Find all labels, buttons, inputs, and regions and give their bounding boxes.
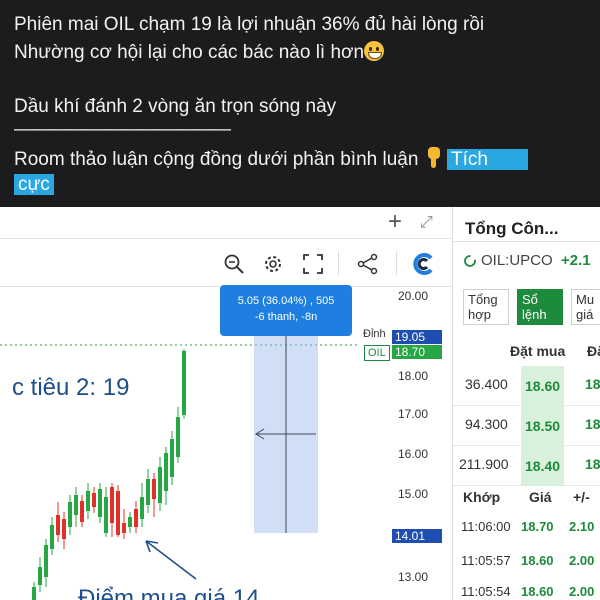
tab-muc-gia[interactable]: Mu giá: [571, 289, 600, 325]
tab-so-lenh[interactable]: Sổ lệnh: [517, 289, 563, 325]
price-tick: 18.00: [398, 369, 429, 383]
zoom-icon[interactable]: [223, 253, 245, 275]
candle-body: [86, 491, 90, 511]
trade-row: 11:06:00 18.70 2.10: [461, 519, 595, 534]
candle-body: [50, 525, 54, 549]
symbol-code[interactable]: OIL:UPCO: [481, 252, 553, 269]
price-axis: 20.00 18.00 17.00 16.00 15.00 13.00 Đỉnh…: [360, 287, 452, 600]
candle-body: [44, 545, 48, 577]
buy-annotation: Điểm mua giá 14: [78, 585, 260, 600]
candle-body: [128, 517, 132, 527]
candle-body: [164, 453, 168, 491]
order-book-row[interactable]: 36.400 18.60 18: [453, 366, 600, 406]
market-panel: Tổng Côn... OIL:UPCO +2.1 Tổng hợp Sổ lệ…: [452, 207, 600, 600]
refresh-icon[interactable]: [463, 254, 477, 268]
candle-body: [116, 491, 120, 535]
expand-icon[interactable]: ⤢: [420, 213, 433, 233]
book-header-bid: Đặt mua: [510, 343, 566, 359]
post-line-1: Phiên mai OIL chạm 19 là lợi nhuận 36% đ…: [14, 14, 485, 35]
candle-body: [62, 519, 66, 539]
tooltip-line-1: 5.05 (36.04%) , 505: [237, 295, 335, 307]
symbol-price-tag: OIL: [364, 345, 390, 361]
candle-body: [182, 351, 186, 415]
price-chart[interactable]: + ⤢ 5.05 (36.04%) , 505 -6 thanh, -8n c …: [0, 207, 452, 600]
hashtag-link-continued[interactable]: cực: [14, 174, 54, 195]
candle-body: [38, 567, 42, 585]
toolbar-divider: [338, 251, 339, 275]
chart-toolbar: [0, 239, 452, 287]
post-divider: ————————————: [14, 119, 231, 140]
peak-label: Đỉnh: [363, 328, 386, 340]
hand-pointing-down-icon: [424, 147, 442, 169]
toolbar-divider: [396, 251, 397, 275]
price-tick: 15.00: [398, 487, 429, 501]
target-annotation: c tiêu 2: 19: [12, 374, 130, 401]
post-line-3: Dầu khí đánh 2 vòng ăn trọn sóng này: [14, 96, 337, 117]
candle-body: [104, 497, 108, 533]
tab-tong-hop[interactable]: Tổng hợp: [463, 289, 509, 325]
post-line-4: Room thảo luận cộng đồng dưới phần bình …: [14, 147, 528, 172]
fullscreen-icon[interactable]: [302, 253, 324, 275]
candle-body: [152, 479, 156, 499]
symbol-change: +2.1: [561, 252, 591, 269]
price-tick: 20.00: [398, 289, 429, 303]
price-tick: 17.00: [398, 407, 429, 421]
candle-body: [176, 417, 180, 457]
candle-body: [146, 479, 150, 505]
candle-body: [80, 501, 84, 522]
candle-body: [98, 489, 102, 517]
candle-body: [158, 467, 162, 503]
grinning-face-icon: [364, 41, 385, 61]
peak-value-label: 19.05: [392, 330, 442, 344]
candle-body: [68, 502, 72, 527]
trades-header-time: Khớp: [463, 489, 501, 505]
order-book-row[interactable]: 211.900 18.40 18: [453, 446, 600, 486]
candle-body: [32, 587, 36, 600]
post-content: Phiên mai OIL chạm 19 là lợi nhuận 36% đ…: [0, 0, 600, 207]
hashtag-link[interactable]: Tích: [446, 149, 528, 170]
trade-row: 11:05:57 18.60 2.00: [461, 553, 595, 568]
gear-icon[interactable]: [262, 253, 284, 275]
trade-row: 11:05:54 18.60 2.00: [461, 584, 595, 599]
share-icon[interactable]: [357, 253, 379, 275]
candle-body: [122, 523, 126, 533]
order-book-row[interactable]: 94.300 18.50 18: [453, 406, 600, 446]
measure-tooltip: 5.05 (36.04%) , 505 -6 thanh, -8n: [220, 285, 352, 336]
range-low-label: 14.01: [392, 529, 442, 543]
candle-body: [140, 497, 144, 519]
tooltip-line-2: -6 thanh, -8n: [254, 311, 318, 323]
candle-body: [170, 439, 174, 477]
add-icon[interactable]: +: [388, 210, 402, 234]
last-price-label: 18.70: [392, 345, 442, 359]
panel-title[interactable]: Tổng Côn...: [465, 219, 558, 239]
price-tick: 16.00: [398, 447, 429, 461]
candle-body: [74, 495, 78, 515]
candle-body: [56, 515, 60, 535]
book-header-ask: Đặ: [587, 343, 600, 359]
chart-topbar: + ⤢: [0, 207, 452, 239]
panel-divider: [453, 241, 600, 242]
price-tick: 13.00: [398, 570, 429, 584]
buy-arrow: [145, 540, 197, 580]
post-line-2: Nhường cơ hội lại cho các bác nào lì hơn: [14, 41, 385, 65]
trades-header-change: +/-: [573, 489, 590, 505]
logo-icon[interactable]: [412, 252, 436, 276]
candle-body: [92, 493, 96, 507]
candle-body: [134, 509, 138, 527]
post-line-5: cực: [14, 173, 54, 197]
candle-body: [110, 487, 114, 523]
trades-header-price: Giá: [529, 489, 552, 505]
